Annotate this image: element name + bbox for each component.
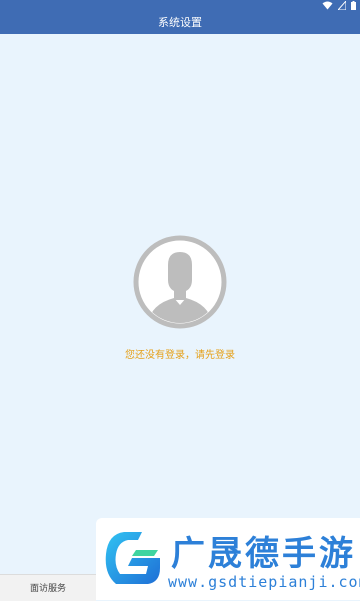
watermark-brand: 广晟德手游 — [171, 534, 356, 574]
bottom-nav: 面访服务 — [0, 574, 96, 601]
page-title: 系统设置 — [158, 16, 202, 29]
wifi-icon — [322, 1, 333, 10]
battery-icon — [351, 1, 356, 10]
status-icons — [322, 0, 356, 11]
brand-logo-icon — [105, 532, 160, 584]
status-bar — [0, 0, 360, 11]
watermark-url: www.gsdtiepianji.com — [168, 573, 360, 591]
bottom-nav-item-interview-service[interactable]: 面访服务 — [0, 581, 96, 594]
signal-icon — [338, 1, 346, 10]
title-bar: 系统设置 — [0, 11, 360, 34]
user-avatar-icon[interactable] — [133, 235, 227, 329]
login-prompt[interactable]: 您还没有登录，请先登录 — [0, 346, 360, 361]
watermark: 广晟德手游 www.gsdtiepianji.com — [96, 518, 360, 600]
